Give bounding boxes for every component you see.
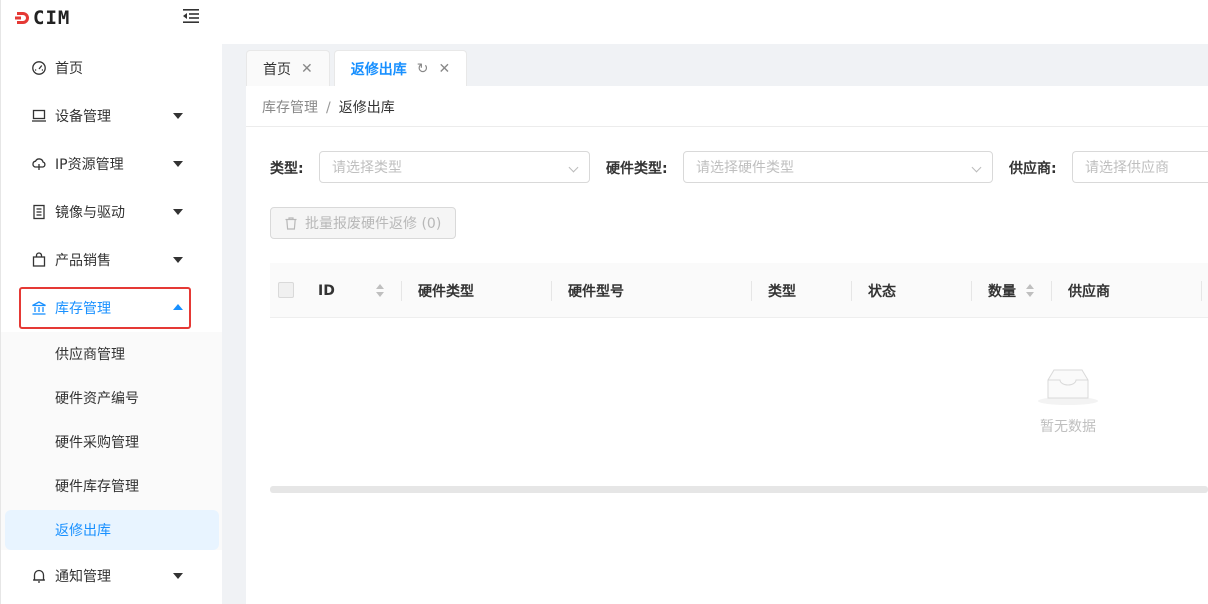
dashboard-icon (32, 61, 46, 75)
bag-icon (32, 252, 46, 267)
content-panel: 库存管理 / 返修出库 类型: 请选择类型 硬件类型: 请选择硬件类型 供应商: 请… (246, 86, 1208, 604)
column-divider (1051, 281, 1052, 301)
close-icon[interactable]: ✕ (438, 61, 450, 77)
breadcrumb-parent[interactable]: 库存管理 (262, 100, 318, 116)
type-select[interactable]: 请选择类型 (319, 151, 590, 183)
bell-icon (33, 569, 45, 583)
trash-icon (285, 216, 297, 230)
sidebar-item-notify[interactable]: 通知管理 (1, 552, 223, 600)
divider (246, 126, 1208, 127)
submenu-item-asset-number[interactable]: 硬件资产编号 (1, 376, 223, 420)
caret-up-icon (173, 304, 183, 310)
caret-down-icon (173, 161, 183, 167)
sidebar-item-home[interactable]: 首页 (1, 44, 223, 92)
sort-icon[interactable] (1026, 284, 1034, 298)
submenu-item-purchase[interactable]: 硬件采购管理 (1, 420, 223, 464)
batch-button-label: 批量报废硬件返修 (0) (305, 216, 442, 232)
sidebar-item-images[interactable]: 镜像与驱动 (1, 188, 223, 236)
column-header-id[interactable]: ID (318, 263, 335, 318)
logo[interactable]: CIM (15, 6, 70, 30)
sidebar-item-devices[interactable]: 设备管理 (1, 92, 223, 140)
column-divider (851, 281, 852, 301)
batch-scrap-repair-button[interactable]: 批量报废硬件返修 (0) (270, 207, 456, 239)
logo-text: CIM (33, 6, 71, 29)
sidebar-item-inventory[interactable]: 库存管理 (1, 284, 223, 332)
column-divider (971, 281, 972, 301)
caret-down-icon (173, 573, 183, 579)
column-header-supplier: 供应商 (1068, 283, 1110, 300)
submenu-item-supplier[interactable]: 供应商管理 (1, 332, 223, 376)
supplier-select[interactable]: 请选择供应商 (1072, 151, 1208, 183)
type-filter-label: 类型: (270, 161, 304, 177)
sidebar-item-ip[interactable]: IP资源管理 (1, 140, 223, 188)
tab-bar: 首页 ✕ 返修出库 ↻ ✕ (246, 50, 471, 87)
hw-type-filter-label: 硬件类型: (606, 161, 668, 177)
empty-state-text: 暂无数据 (1040, 419, 1096, 435)
sidebar-item-label: 通知管理 (55, 569, 111, 585)
monitor-icon (32, 109, 46, 122)
cloud-icon (32, 158, 46, 170)
submenu-item-stock[interactable]: 硬件库存管理 (1, 464, 223, 508)
column-divider (401, 281, 402, 301)
caret-down-icon (173, 257, 183, 263)
column-header-status: 状态 (868, 283, 896, 300)
column-header-quantity[interactable]: 数量 (988, 263, 1016, 318)
sidebar-item-label: 首页 (55, 61, 83, 77)
tab-home[interactable]: 首页 ✕ (246, 50, 330, 86)
inventory-submenu: 供应商管理 硬件资产编号 硬件采购管理 硬件库存管理 返修出库 (1, 332, 223, 550)
column-divider (751, 281, 752, 301)
sidebar: CIM 首页 设备管理 IP资源管理 镜像与驱动 产品销售 库存管理 供应商管理… (0, 0, 223, 604)
sidebar-item-label: 库存管理 (55, 301, 111, 317)
caret-down-icon (173, 209, 183, 215)
type-select-placeholder: 请选择类型 (332, 160, 402, 176)
tab-repair-out[interactable]: 返修出库 ↻ ✕ (333, 50, 468, 87)
horizontal-scrollbar[interactable] (270, 486, 1208, 493)
chevron-down-icon (568, 162, 579, 173)
column-header-type: 类型 (768, 283, 796, 300)
chevron-down-icon (971, 162, 982, 173)
disk-icon (33, 204, 45, 220)
breadcrumb-separator: / (326, 100, 331, 116)
column-divider (1201, 281, 1202, 301)
sidebar-item-label: 设备管理 (55, 109, 111, 125)
hw-type-select[interactable]: 请选择硬件类型 (683, 151, 993, 183)
logo-mark-icon (15, 12, 29, 24)
bank-icon (32, 301, 46, 315)
empty-inbox-icon (1038, 369, 1098, 405)
tab-label: 首页 (263, 61, 291, 78)
sidebar-item-label: IP资源管理 (55, 157, 124, 173)
sidebar-menu: 首页 设备管理 IP资源管理 镜像与驱动 产品销售 库存管理 供应商管理 硬件资… (1, 44, 223, 600)
column-header-hw-type: 硬件类型 (418, 283, 474, 300)
tab-label: 返修出库 (350, 62, 407, 78)
sidebar-item-label: 镜像与驱动 (55, 205, 125, 221)
column-header-hw-model: 硬件型号 (568, 283, 624, 300)
supplier-filter-label: 供应商: (1009, 161, 1057, 177)
sort-icon[interactable] (376, 284, 384, 298)
caret-down-icon (173, 113, 183, 119)
submenu-item-repair-out[interactable]: 返修出库 (5, 510, 219, 550)
breadcrumb: 库存管理 / 返修出库 (262, 97, 395, 117)
supplier-select-placeholder: 请选择供应商 (1085, 160, 1169, 176)
select-all-checkbox[interactable] (278, 282, 294, 298)
close-icon[interactable]: ✕ (301, 61, 313, 77)
sidebar-item-sales[interactable]: 产品销售 (1, 236, 223, 284)
menu-fold-icon[interactable] (181, 7, 201, 25)
reload-icon[interactable]: ↻ (417, 61, 429, 77)
table-header: ID 硬件类型 硬件型号 类型 状态 数量 供应商 (270, 263, 1208, 318)
hw-type-select-placeholder: 请选择硬件类型 (696, 160, 794, 176)
column-divider (551, 281, 552, 301)
sidebar-item-label: 产品销售 (55, 253, 111, 269)
breadcrumb-current: 返修出库 (338, 100, 395, 116)
